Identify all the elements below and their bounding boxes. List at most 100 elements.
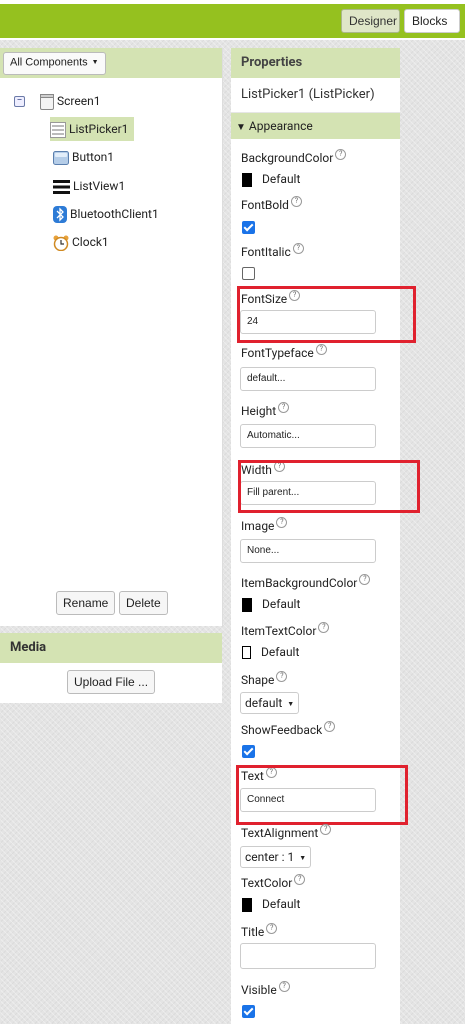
- triangle-down-icon: ▼: [236, 122, 246, 133]
- all-components-dropdown[interactable]: All Components ▼: [3, 52, 106, 75]
- media-title: Media: [0, 633, 222, 663]
- screen-icon: [40, 93, 54, 110]
- tree-item-label: Clock1: [72, 235, 109, 249]
- designer-button[interactable]: Designer: [341, 9, 400, 33]
- help-icon[interactable]: ?: [335, 149, 347, 160]
- prop-label-text: TextColor: [241, 876, 293, 890]
- prop-backgroundcolor-value[interactable]: Default: [242, 172, 300, 187]
- prop-itembackgroundcolor-label: ItemBackgroundColor?: [241, 574, 371, 590]
- width-input[interactable]: Fill parent...: [240, 481, 376, 505]
- prop-itembackgroundcolor-value[interactable]: Default: [242, 597, 300, 612]
- prop-image-label: Image?: [241, 517, 288, 533]
- help-icon[interactable]: ?: [359, 574, 371, 585]
- tree-item-label: BluetoothClient1: [70, 207, 159, 221]
- delete-button[interactable]: Delete: [119, 591, 168, 615]
- prop-label-text: Shape: [241, 673, 275, 687]
- prop-title-label: Title?: [241, 923, 278, 939]
- tree-item-bluetoothclient1[interactable]: BluetoothClient1: [53, 203, 159, 225]
- help-icon[interactable]: ?: [320, 824, 332, 835]
- prop-label-text: Title: [241, 925, 265, 939]
- help-icon[interactable]: ?: [273, 461, 285, 472]
- visible-checkbox[interactable]: [242, 1005, 255, 1018]
- color-swatch: [242, 172, 252, 187]
- help-icon[interactable]: ?: [276, 671, 288, 682]
- help-icon[interactable]: ?: [278, 981, 290, 992]
- shape-selected-value: default: [245, 696, 283, 710]
- help-icon[interactable]: ?: [278, 402, 290, 413]
- showfeedback-checkbox[interactable]: [242, 745, 255, 758]
- properties-title: Properties: [231, 48, 400, 78]
- prop-label-text: Height: [241, 404, 277, 418]
- clock-icon: [53, 235, 69, 251]
- button-icon: [53, 150, 69, 165]
- color-swatch: [242, 597, 252, 612]
- image-input[interactable]: None...: [240, 539, 376, 563]
- text-input[interactable]: Connect: [240, 788, 376, 812]
- tree-item-label: Button1: [72, 150, 115, 164]
- help-icon[interactable]: ?: [265, 767, 277, 778]
- tree-item-listview1[interactable]: ListView1: [53, 175, 125, 197]
- prop-fonttypeface-label: FontTypeface?: [241, 344, 327, 360]
- listpicker-icon: [50, 121, 66, 138]
- prop-fontbold-label: FontBold?: [241, 196, 302, 212]
- prop-shape-label: Shape?: [241, 671, 288, 687]
- prop-showfeedback-label: ShowFeedback?: [241, 721, 336, 737]
- blocks-button[interactable]: Blocks: [404, 9, 460, 33]
- prop-label-text: ShowFeedback: [241, 723, 323, 737]
- prop-textalignment-label: TextAlignment?: [241, 824, 332, 840]
- appearance-label: Appearance: [248, 119, 313, 133]
- title-input[interactable]: [240, 943, 376, 969]
- tree-item-label: ListView1: [73, 179, 126, 193]
- prop-label-text: Width: [241, 463, 272, 477]
- prop-label-text: Image: [241, 519, 275, 533]
- fontsize-input[interactable]: 24: [240, 310, 376, 334]
- rename-button[interactable]: Rename: [56, 591, 116, 615]
- help-icon[interactable]: ?: [315, 344, 327, 355]
- prop-label-text: TextAlignment: [241, 826, 319, 840]
- prop-textcolor-value[interactable]: Default: [242, 897, 300, 912]
- all-components-label: All Components: [10, 56, 88, 69]
- color-value-text: Default: [261, 645, 300, 659]
- textalignment-select[interactable]: center : 1 ▼: [240, 846, 312, 868]
- help-icon[interactable]: ?: [290, 196, 302, 207]
- caret-down-icon: ▼: [91, 59, 99, 66]
- prop-label-text: FontTypeface: [241, 346, 314, 360]
- tree-item-label: Screen1: [57, 94, 101, 108]
- color-swatch: [242, 646, 251, 660]
- help-icon[interactable]: ?: [266, 923, 278, 934]
- prop-label-text: BackgroundColor: [241, 151, 334, 165]
- prop-itemtextcolor-value[interactable]: Default: [242, 645, 300, 660]
- prop-label-text: Text: [241, 769, 264, 783]
- textalignment-selected-value: center : 1: [245, 850, 295, 864]
- prop-backgroundcolor-label: BackgroundColor?: [241, 149, 347, 165]
- top-toolbar: Designer Blocks: [0, 0, 465, 40]
- upload-file-button[interactable]: Upload File ...: [67, 670, 156, 694]
- prop-label-text: FontBold: [241, 198, 289, 212]
- prop-label-text: ItemBackgroundColor: [241, 576, 358, 590]
- shape-select[interactable]: default ▼: [240, 692, 300, 714]
- help-icon[interactable]: ?: [294, 874, 306, 885]
- color-value-text: Default: [262, 172, 301, 186]
- tree-item-button1[interactable]: Button1: [53, 146, 114, 168]
- prop-textcolor-label: TextColor?: [241, 874, 306, 890]
- prop-visible-label: Visible?: [241, 981, 290, 997]
- tree-item-clock1[interactable]: Clock1: [53, 231, 109, 253]
- help-icon[interactable]: ?: [289, 290, 301, 301]
- help-icon[interactable]: ?: [324, 721, 336, 732]
- help-icon[interactable]: ?: [318, 622, 330, 633]
- appearance-section-toggle[interactable]: ▼ Appearance: [231, 113, 400, 139]
- help-icon[interactable]: ?: [276, 517, 288, 528]
- tree-item-screen1[interactable]: Screen1: [40, 90, 100, 112]
- fonttypeface-input[interactable]: default...: [240, 367, 376, 391]
- collapse-icon[interactable]: −: [14, 96, 25, 107]
- color-swatch: [242, 897, 252, 912]
- color-value-text: Default: [262, 897, 301, 911]
- help-icon[interactable]: ?: [292, 243, 304, 254]
- listview-icon: [53, 179, 70, 194]
- fontitalic-checkbox[interactable]: [242, 267, 255, 280]
- tree-item-listpicker1[interactable]: ListPicker1: [50, 117, 135, 141]
- fontbold-checkbox[interactable]: [242, 221, 255, 234]
- prop-text-label: Text?: [241, 767, 277, 783]
- prop-fontsize-label: FontSize?: [241, 290, 301, 306]
- height-input[interactable]: Automatic...: [240, 424, 376, 448]
